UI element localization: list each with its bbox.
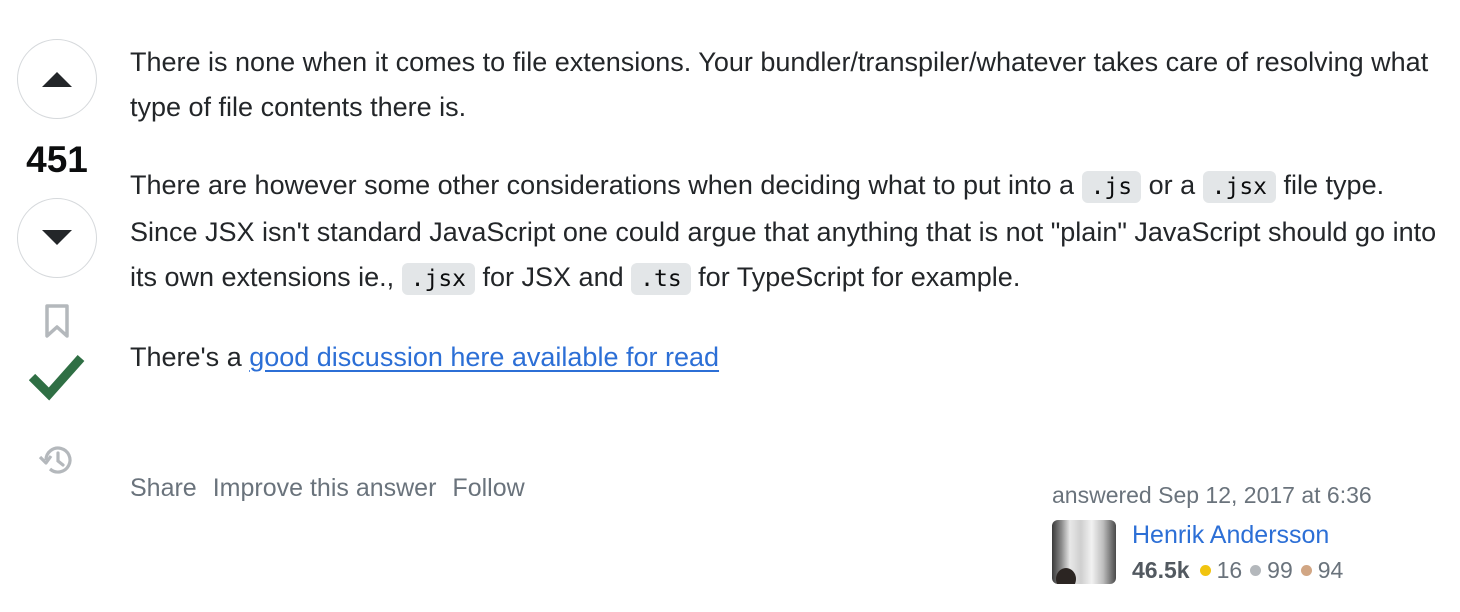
bronze-badge-count: 94 [1300, 556, 1344, 584]
silver-count: 99 [1267, 557, 1293, 583]
user-stats: 46.5k 16 99 94 [1132, 556, 1351, 584]
gold-count: 16 [1216, 557, 1243, 583]
answer-text: There is none when it comes to file exte… [130, 47, 1429, 122]
avatar[interactable] [1052, 520, 1116, 584]
silver-badge-count: 99 [1250, 556, 1293, 584]
answer-body: There is none when it comes to file exte… [130, 40, 1440, 413]
upvote-button[interactable] [17, 39, 97, 119]
answer-text: or a [1141, 170, 1203, 200]
reputation-score: 46.5k [1132, 557, 1190, 583]
downvote-button[interactable] [17, 198, 97, 278]
vote-column: 451 [16, 39, 98, 480]
post-actions: Share Improve this answer Follow [130, 474, 525, 503]
answer-paragraph: There is none when it comes to file exte… [130, 40, 1440, 130]
triangle-down-icon [42, 230, 72, 245]
improve-answer-link[interactable]: Improve this answer [213, 474, 437, 503]
bronze-badge-icon [1300, 564, 1312, 576]
answer-text: for TypeScript for example. [690, 262, 1021, 292]
history-icon[interactable] [37, 440, 77, 480]
bookmark-button[interactable] [42, 304, 72, 340]
user-row: Henrik Andersson 46.5k 16 99 94 [1052, 520, 1432, 584]
follow-link[interactable]: Follow [452, 474, 524, 503]
answer-text: for JSX and [475, 262, 632, 292]
checkmark-icon [29, 355, 85, 401]
answered-timestamp: answered Sep 12, 2017 at 6:36 [1052, 482, 1372, 508]
discussion-link[interactable]: good discussion here available for read [249, 342, 719, 372]
user-name-link[interactable]: Henrik Andersson [1132, 520, 1351, 550]
answer-paragraph: There are however some other considerati… [130, 163, 1440, 302]
bookmark-icon [45, 304, 69, 338]
inline-code: .jsx [401, 263, 476, 295]
answer-text: There are however some other considerati… [130, 170, 1082, 200]
user-details: Henrik Andersson 46.5k 16 99 94 [1132, 520, 1351, 584]
silver-badge-icon [1250, 564, 1262, 576]
inline-code: .js [1081, 171, 1142, 203]
user-card: answered Sep 12, 2017 at 6:36 Henrik And… [1052, 480, 1432, 584]
gold-badge-count: 16 [1199, 556, 1243, 584]
vote-count: 451 [26, 139, 88, 180]
share-link[interactable]: Share [130, 474, 197, 503]
inline-code: .jsx [1202, 171, 1277, 203]
answer-text: There's a [130, 342, 250, 372]
gold-badge-icon [1199, 564, 1211, 576]
bronze-count: 94 [1317, 557, 1344, 583]
triangle-up-icon [42, 72, 72, 87]
inline-code: .ts [631, 263, 691, 295]
answer-paragraph: There's a good discussion here available… [130, 335, 1440, 380]
